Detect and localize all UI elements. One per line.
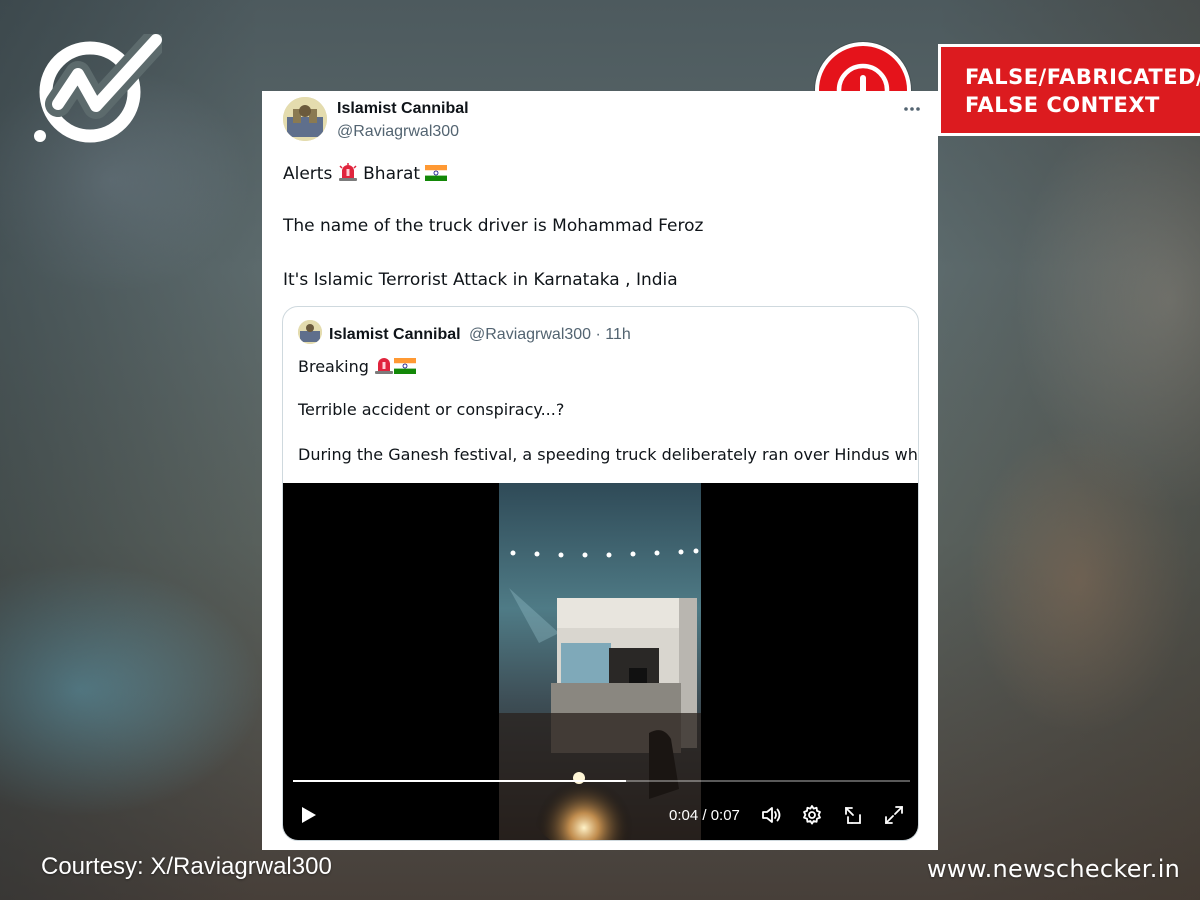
india-flag-icon (425, 165, 448, 181)
tweet-text-line-2: The name of the truck driver is Mohammad… (283, 216, 704, 236)
more-options-icon[interactable] (902, 95, 922, 115)
newschecker-logo-icon (32, 27, 169, 146)
india-flag-icon (393, 358, 416, 374)
verdict-label: FALSE/FABRICATED/ FALSE CONTEXT (938, 44, 1200, 136)
fullscreen-icon[interactable] (883, 804, 905, 826)
handle[interactable]: @Raviagrwal300 (337, 123, 459, 141)
video-time: 0:04 / 0:07 (669, 807, 740, 824)
volume-icon[interactable] (760, 804, 782, 826)
video-progress-fill (293, 780, 627, 782)
quoted-text-line-3: During the Ganesh festival, a speeding t… (298, 445, 919, 464)
verdict-line-2: FALSE CONTEXT (965, 93, 1160, 117)
play-icon[interactable] (297, 804, 319, 826)
quoted-handle-time[interactable]: @Raviagrwal300 · 11h (469, 326, 631, 344)
video-frame[interactable] (499, 483, 701, 840)
quoted-tweet[interactable]: Islamist Cannibal @Raviagrwal300 · 11h B… (282, 306, 919, 841)
verdict-line-1: FALSE/FABRICATED/ (965, 65, 1200, 89)
quoted-display-name[interactable]: Islamist Cannibal (329, 326, 461, 344)
courtesy-credit: Courtesy: X/Raviagrwal300 (41, 853, 332, 880)
avatar[interactable] (283, 97, 327, 141)
tweet-word-bharat: Bharat (363, 164, 421, 184)
quoted-word-breaking: Breaking (298, 357, 369, 376)
settings-gear-icon[interactable] (801, 804, 823, 826)
tweet-text-line-3: It's Islamic Terrorist Attack in Karnata… (283, 270, 678, 290)
site-url[interactable]: www.newschecker.in (927, 855, 1180, 883)
siren-emoji-icon (374, 358, 393, 374)
quoted-text-line-2: Terrible accident or conspiracy...? (298, 400, 565, 419)
tweet-text-line-1: Alerts Bharat (283, 162, 448, 184)
siren-emoji-icon (338, 163, 357, 181)
tweet-word-alerts: Alerts (283, 164, 333, 184)
quoted-text-line-1: Breaking (298, 355, 416, 376)
display-name[interactable]: Islamist Cannibal (337, 100, 469, 118)
video-player[interactable]: 0:04 / 0:07 (283, 483, 918, 840)
tweet-card: Islamist Cannibal @Raviagrwal300 Alerts … (262, 91, 938, 850)
quoted-avatar[interactable] (298, 320, 322, 344)
video-progress-bar[interactable] (293, 780, 910, 782)
pop-out-icon[interactable] (842, 804, 864, 826)
